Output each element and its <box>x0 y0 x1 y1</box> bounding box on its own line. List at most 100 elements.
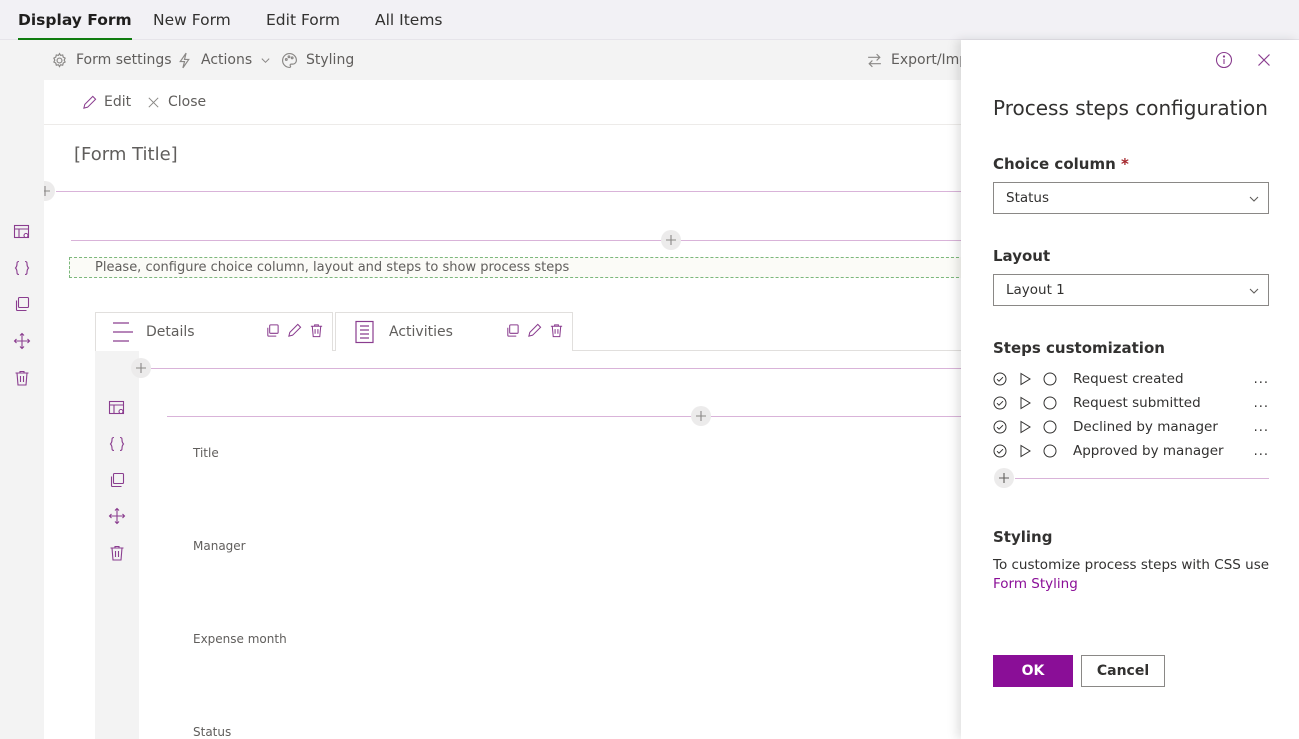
step-row: Approved by manager ... <box>993 439 1269 463</box>
close-icon <box>148 96 159 108</box>
play-icon[interactable] <box>1018 444 1032 458</box>
table-settings-icon[interactable] <box>108 399 126 417</box>
trash-icon[interactable] <box>13 369 31 387</box>
list-doc-icon <box>355 320 374 344</box>
layout-value: Layout 1 <box>1006 282 1065 298</box>
form-canvas: Edit Close [Form Title] Please, configur… <box>44 80 961 739</box>
pencil-icon <box>83 95 97 109</box>
close-icon[interactable] <box>1255 51 1273 69</box>
form-settings-button[interactable]: Form settings <box>51 40 172 80</box>
process-steps-placeholder[interactable]: Please, configure choice column, layout … <box>69 257 961 278</box>
row-divider <box>167 416 961 417</box>
tab-display-form[interactable]: Display Form <box>18 0 132 40</box>
table-settings-icon[interactable] <box>13 223 31 241</box>
tab-activities[interactable]: Activities <box>335 312 573 351</box>
step-row: Request submitted ... <box>993 391 1269 415</box>
play-icon[interactable] <box>1018 372 1032 386</box>
play-icon[interactable] <box>1018 396 1032 410</box>
chevron-down-icon <box>261 57 270 63</box>
copy-icon[interactable] <box>108 471 126 489</box>
tab-new-form[interactable]: New Form <box>153 0 231 40</box>
row-divider <box>71 240 961 241</box>
styling-section-label: Styling <box>993 528 1053 546</box>
circle-icon[interactable] <box>1043 420 1057 434</box>
step-label: Approved by manager <box>1073 443 1224 459</box>
copy-icon[interactable] <box>505 323 520 338</box>
braces-icon[interactable] <box>13 259 31 277</box>
actions-button[interactable]: Actions <box>176 40 271 80</box>
field-manager[interactable]: Manager <box>193 539 246 553</box>
process-steps-panel: Process steps configuration Choice colum… <box>961 40 1299 739</box>
play-icon[interactable] <box>1018 420 1032 434</box>
check-circle-icon[interactable] <box>993 444 1007 458</box>
tab-details-label: Details <box>146 324 195 340</box>
tab-edit-form[interactable]: Edit Form <box>266 0 340 40</box>
step-more-button[interactable]: ... <box>1249 372 1269 387</box>
step-row: Declined by manager ... <box>993 415 1269 439</box>
circle-icon[interactable] <box>1043 444 1057 458</box>
field-title[interactable]: Title <box>193 446 219 460</box>
form-tab-strip: Details Activities <box>95 312 961 351</box>
edit-button[interactable]: Edit <box>82 80 131 124</box>
plus-icon <box>696 411 706 421</box>
form-styling-link[interactable]: Form Styling <box>993 576 1078 592</box>
field-status[interactable]: Status <box>193 725 231 739</box>
check-circle-icon[interactable] <box>993 420 1007 434</box>
pencil-icon[interactable] <box>287 323 302 338</box>
trash-icon[interactable] <box>108 544 126 562</box>
step-more-button[interactable]: ... <box>1249 444 1269 459</box>
tab-details[interactable]: Details <box>95 312 333 351</box>
palette-icon <box>282 52 297 68</box>
step-more-button[interactable]: ... <box>1249 420 1269 435</box>
add-step-button[interactable] <box>994 468 1014 488</box>
chevron-down-icon <box>1249 288 1259 294</box>
choice-column-label: Choice column * <box>993 155 1129 173</box>
form-title: [Form Title] <box>74 144 178 165</box>
layout-dropdown[interactable]: Layout 1 <box>993 274 1269 306</box>
add-row-button[interactable] <box>44 181 55 201</box>
step-more-button[interactable]: ... <box>1249 396 1269 411</box>
copy-icon[interactable] <box>265 323 280 338</box>
move-icon[interactable] <box>108 507 126 525</box>
gear-icon <box>53 51 66 68</box>
choice-column-value: Status <box>1006 190 1050 206</box>
cancel-button[interactable]: Cancel <box>1081 655 1165 687</box>
command-bar: Edit Close <box>44 80 961 125</box>
add-row-button[interactable] <box>691 406 711 426</box>
step-row: Request created ... <box>993 367 1269 391</box>
edit-label: Edit <box>104 94 132 110</box>
inner-rail <box>95 351 151 739</box>
braces-icon[interactable] <box>108 435 126 453</box>
steps-customization-label: Steps customization <box>993 339 1165 357</box>
step-label: Request created <box>1073 371 1184 387</box>
check-circle-icon[interactable] <box>993 372 1007 386</box>
add-row-button[interactable] <box>661 230 681 250</box>
plus-icon <box>999 473 1009 483</box>
move-icon[interactable] <box>13 332 31 350</box>
pencil-icon[interactable] <box>527 323 542 338</box>
tab-all-items[interactable]: All Items <box>375 0 443 40</box>
trash-icon[interactable] <box>549 323 564 338</box>
plus-icon <box>136 363 146 373</box>
add-row-button[interactable] <box>131 358 151 378</box>
trash-icon[interactable] <box>309 323 324 338</box>
form-settings-label: Form settings <box>76 52 172 68</box>
step-label: Declined by manager <box>1073 419 1218 435</box>
layout-label: Layout <box>993 247 1051 265</box>
ok-button[interactable]: OK <box>993 655 1073 687</box>
close-button[interactable]: Close <box>146 80 206 124</box>
field-expense-month[interactable]: Expense month <box>193 632 287 646</box>
circle-icon[interactable] <box>1043 396 1057 410</box>
info-icon[interactable] <box>1215 51 1233 69</box>
styling-label: Styling <box>306 52 355 68</box>
circle-icon[interactable] <box>1043 372 1057 386</box>
copy-icon[interactable] <box>13 295 31 313</box>
styling-description: To customize process steps with CSS use <box>993 557 1270 573</box>
swap-arrows-icon <box>868 53 881 67</box>
form-tab-container: Details Activities Title Manager Expense… <box>95 312 961 739</box>
choice-column-dropdown[interactable]: Status <box>993 182 1269 214</box>
check-circle-icon[interactable] <box>993 396 1007 410</box>
required-mark: * <box>1120 155 1129 173</box>
styling-button[interactable]: Styling <box>281 40 354 80</box>
tab-activities-label: Activities <box>389 324 453 340</box>
